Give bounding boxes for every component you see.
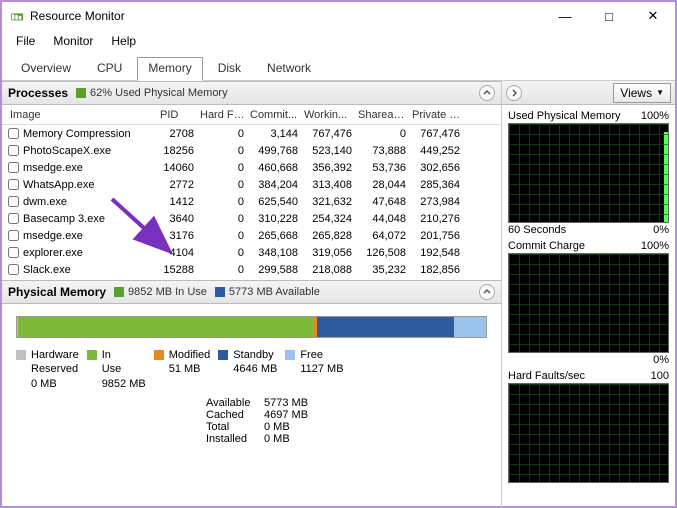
table-row[interactable]: explorer.exe41040348,108319,056126,50819… (2, 244, 501, 261)
stat-swatch (215, 287, 225, 297)
stat-swatch (114, 287, 124, 297)
row-checkbox[interactable] (8, 179, 19, 190)
stat-swatch (76, 88, 86, 98)
col-commit[interactable]: Commit... (248, 107, 302, 123)
memory-segment (454, 317, 486, 337)
memory-segment (18, 317, 313, 337)
legend-item: HardwareReserved0 MB (16, 348, 79, 391)
titlebar: Resource Monitor — □ ✕ (2, 2, 675, 30)
table-row[interactable]: msedge.exe31760265,668265,82864,072201,7… (2, 227, 501, 244)
menu-file[interactable]: File (8, 32, 43, 50)
physical-memory-header: Physical Memory 9852 MB In Use 5773 MB A… (2, 280, 501, 304)
chevron-up-icon[interactable] (479, 85, 495, 101)
tab-cpu[interactable]: CPU (86, 57, 133, 81)
memory-bar: HardwareReserved0 MBInUse9852 MBModified… (2, 304, 501, 449)
menu-monitor[interactable]: Monitor (45, 32, 101, 50)
tab-network[interactable]: Network (256, 57, 322, 81)
table-row[interactable]: msedge.exe140600460,668356,39253,736302,… (2, 159, 501, 176)
col-shareable[interactable]: Shareab... (356, 107, 410, 123)
close-button[interactable]: ✕ (631, 2, 675, 30)
row-checkbox[interactable] (8, 247, 19, 258)
memory-stat: Installed0 MB (206, 433, 487, 445)
menu-help[interactable]: Help (103, 32, 144, 50)
window-title: Resource Monitor (30, 9, 125, 23)
legend-item: Free1127 MB (285, 348, 343, 391)
chevron-right-icon[interactable] (506, 85, 522, 101)
col-working[interactable]: Workin... (302, 107, 356, 123)
graph: Hard Faults/sec100 (508, 369, 669, 483)
processes-stat: 62% Used Physical Memory (76, 87, 228, 99)
legend-item: InUse9852 MB (87, 348, 146, 391)
row-checkbox[interactable] (8, 162, 19, 173)
processes-title: Processes (8, 86, 68, 100)
tab-memory[interactable]: Memory (137, 57, 202, 81)
col-pid[interactable]: PID (158, 107, 198, 123)
tabs: Overview CPU Memory Disk Network (2, 52, 675, 81)
memory-segment (317, 317, 454, 337)
legend-item: Standby4646 MB (218, 348, 277, 391)
row-checkbox[interactable] (8, 196, 19, 207)
table-row[interactable]: Basecamp 3.exe36400310,228254,32444,0482… (2, 210, 501, 227)
minimize-button[interactable]: — (543, 2, 587, 30)
chevron-up-icon[interactable] (479, 284, 495, 300)
legend-item: Modified51 MB (154, 348, 211, 391)
row-checkbox[interactable] (8, 230, 19, 241)
row-checkbox[interactable] (8, 128, 19, 139)
app-icon (10, 9, 24, 23)
graph: Commit Charge100%0% (508, 239, 669, 367)
table-row[interactable]: WhatsApp.exe27720384,204313,40828,044285… (2, 176, 501, 193)
memory-stat: Available5773 MB (206, 397, 487, 409)
table-header: Image PID Hard Fa... Commit... Workin...… (2, 105, 501, 125)
tab-disk[interactable]: Disk (207, 57, 252, 81)
table-row[interactable]: Memory Compression270803,144767,4760767,… (2, 125, 501, 142)
col-private[interactable]: Private (... (410, 107, 464, 123)
process-table: Image PID Hard Fa... Commit... Workin...… (2, 105, 501, 280)
table-row[interactable]: PhotoScapeX.exe182560499,768523,14073,88… (2, 142, 501, 159)
graph: Used Physical Memory100%60 Seconds0% (508, 109, 669, 237)
processes-header: Processes 62% Used Physical Memory (2, 81, 501, 105)
caret-down-icon: ▼ (656, 88, 664, 97)
table-row[interactable]: dwm.exe14120625,540321,63247,648273,984 (2, 193, 501, 210)
maximize-button[interactable]: □ (587, 2, 631, 30)
table-row[interactable]: Slack.exe152880299,588218,08835,232182,8… (2, 261, 501, 278)
tab-overview[interactable]: Overview (10, 57, 82, 81)
row-checkbox[interactable] (8, 145, 19, 156)
col-image[interactable]: Image (8, 107, 158, 123)
table-body[interactable]: Memory Compression270803,144767,4760767,… (2, 125, 501, 280)
memory-stat: Cached4697 MB (206, 409, 487, 421)
menubar: File Monitor Help (2, 30, 675, 52)
col-hardfaults[interactable]: Hard Fa... (198, 107, 248, 123)
memory-stat: Total0 MB (206, 421, 487, 433)
graphs-panel: Used Physical Memory100%60 Seconds0%Comm… (502, 105, 675, 487)
right-header: Views ▼ (502, 81, 675, 105)
row-checkbox[interactable] (8, 213, 19, 224)
row-checkbox[interactable] (8, 264, 19, 275)
views-button[interactable]: Views ▼ (613, 83, 671, 103)
physical-memory-title: Physical Memory (8, 285, 106, 299)
